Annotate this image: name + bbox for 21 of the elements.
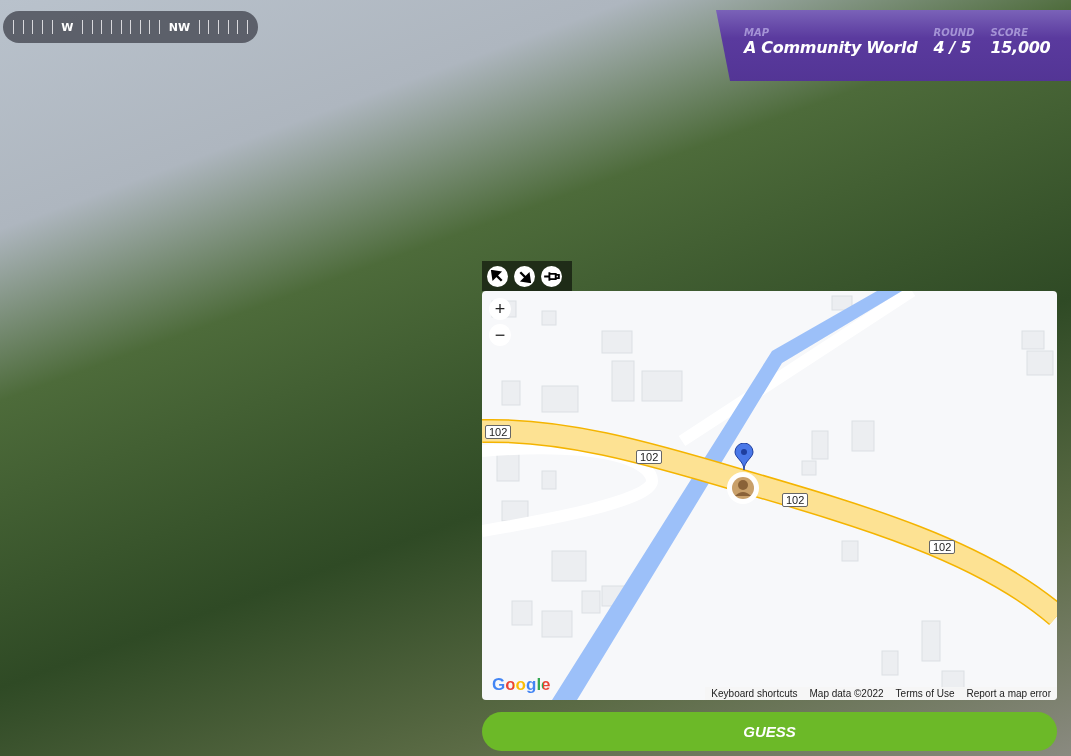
score-label: SCORE [990, 27, 1030, 38]
pin-icon[interactable] [541, 265, 562, 287]
compass-label: NW [168, 20, 191, 34]
map-footer-link[interactable]: Map data ©2022 [803, 687, 890, 700]
map-footer-link[interactable]: Terms of Use [889, 687, 961, 700]
player-avatar-icon [726, 471, 760, 505]
compass-label: W [61, 20, 74, 34]
arrow-down-right-icon[interactable] [514, 265, 535, 287]
road-number-label: 102 [485, 425, 512, 439]
road-number-label: 102 [929, 540, 956, 554]
map-name: A Community World [744, 38, 918, 57]
road-number-label: 102 [636, 450, 663, 464]
map-label: MAP [744, 27, 771, 38]
map-marker-icon [734, 443, 754, 471]
road-number-label: 102 [782, 493, 809, 507]
score-value: 15,000 [990, 38, 1051, 57]
map-footer-link[interactable]: Keyboard shortcuts [705, 687, 804, 700]
arrow-up-left-icon[interactable] [487, 265, 508, 287]
round-label: ROUND [933, 27, 975, 38]
round-value: 4 / 5 [933, 38, 973, 57]
map-footer-link[interactable]: Report a map error [960, 687, 1057, 700]
